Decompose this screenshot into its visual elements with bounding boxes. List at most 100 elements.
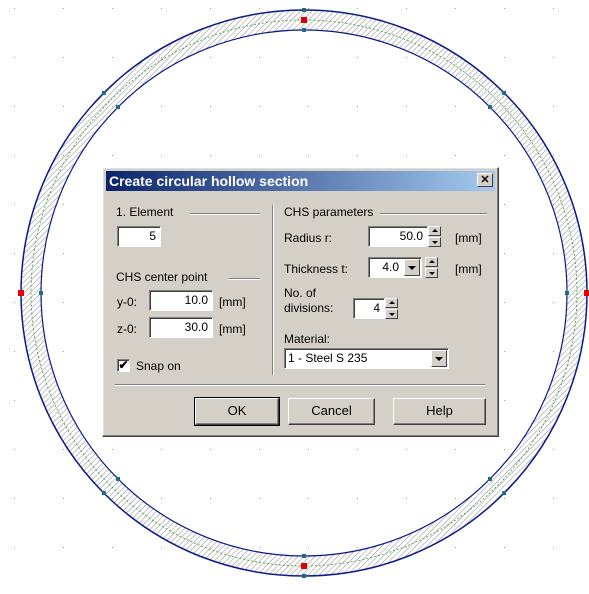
grid-dot	[357, 498, 358, 499]
section-node	[302, 8, 306, 12]
grid-dot	[14, 253, 15, 254]
dialog-title-bar[interactable]: Create circular hollow section ✕	[106, 171, 495, 191]
grid-dot	[406, 498, 407, 499]
grid-dot	[357, 57, 358, 58]
grid-dot	[63, 253, 64, 254]
radius-field[interactable]: 50.0	[368, 226, 428, 247]
radius-down-arrow-icon[interactable]	[428, 237, 441, 247]
grid-dot	[357, 8, 358, 9]
grid-dot	[210, 57, 211, 58]
grid-dot	[406, 155, 407, 156]
section-node	[502, 90, 507, 95]
section-node	[502, 491, 507, 496]
snap-on-checkbox[interactable]: ✔	[117, 359, 130, 372]
grid-dot	[63, 106, 64, 107]
grid-dot	[210, 498, 211, 499]
grid-dot	[63, 351, 64, 352]
grid-dot	[504, 155, 505, 156]
section-node	[39, 291, 43, 295]
divisions-spinner[interactable]	[385, 298, 398, 319]
grid-dot	[14, 155, 15, 156]
section-node	[101, 90, 106, 95]
grid-dot	[63, 204, 64, 205]
element-group-label: 1. Element	[116, 205, 174, 219]
thickness-up-arrow-icon[interactable]	[425, 257, 438, 267]
z0-unit: [mm]	[219, 322, 246, 336]
grid-dot	[504, 57, 505, 58]
grid-dot	[308, 498, 309, 499]
grid-dot	[504, 351, 505, 352]
grid-dot	[357, 547, 358, 548]
divisions-up-arrow-icon[interactable]	[385, 298, 398, 308]
material-select[interactable]: 1 - Steel S 235	[284, 348, 449, 369]
material-label: Material:	[284, 332, 331, 346]
divisions-down-arrow-icon[interactable]	[385, 309, 398, 319]
grid-dot	[14, 8, 15, 9]
radius-unit: [mm]	[455, 231, 482, 245]
help-button[interactable]: Help	[393, 398, 486, 425]
grid-dot	[14, 106, 15, 107]
thickness-down-arrow-icon[interactable]	[425, 268, 438, 278]
grid-dot	[161, 498, 162, 499]
element-field[interactable]: 5	[117, 226, 161, 247]
grid-dot	[553, 106, 554, 107]
grid-dot	[259, 547, 260, 548]
grid-dot	[14, 547, 15, 548]
highlighted-node	[301, 563, 307, 569]
grid-dot	[504, 302, 505, 303]
grid-dot	[14, 302, 15, 303]
grid-dot	[14, 351, 15, 352]
column-separator	[272, 205, 274, 375]
grid-dot	[14, 498, 15, 499]
highlighted-node	[18, 290, 24, 296]
close-icon: ✕	[480, 174, 490, 186]
grid-dot	[112, 57, 113, 58]
grid-dot	[308, 8, 309, 9]
grid-dot	[504, 8, 505, 9]
grid-dot	[63, 449, 64, 450]
grid-dot	[553, 155, 554, 156]
chs-params-group-label: CHS parameters	[284, 205, 374, 219]
checkmark-icon: ✔	[118, 358, 129, 372]
grid-dot	[504, 547, 505, 548]
grid-dot	[553, 351, 554, 352]
thickness-dropdown-arrow-icon[interactable]	[404, 259, 420, 276]
grid-dot	[357, 106, 358, 107]
snap-on-label: Snap on	[136, 359, 181, 373]
grid-dot	[308, 547, 309, 548]
radius-spinner[interactable]	[428, 226, 441, 247]
grid-dot	[210, 449, 211, 450]
section-node	[487, 476, 492, 481]
thickness-spinner[interactable]	[425, 257, 438, 278]
grid-dot	[553, 57, 554, 58]
grid-dot	[112, 547, 113, 548]
element-group-line	[190, 213, 260, 215]
grid-dot	[455, 547, 456, 548]
z0-field[interactable]: 30.0	[149, 317, 213, 338]
y0-unit: [mm]	[219, 295, 246, 309]
close-button[interactable]: ✕	[477, 173, 493, 187]
grid-dot	[259, 106, 260, 107]
ok-button[interactable]: OK	[194, 397, 280, 426]
dialog-title: Create circular hollow section	[109, 173, 309, 189]
grid-dot	[63, 57, 64, 58]
grid-dot	[63, 498, 64, 499]
material-dropdown-arrow-icon[interactable]	[431, 350, 447, 367]
center-point-group-label: CHS center point	[116, 270, 208, 284]
y0-field[interactable]: 10.0	[149, 290, 213, 311]
highlighted-node	[584, 290, 589, 296]
divisions-field[interactable]: 4	[353, 298, 385, 319]
section-node	[302, 574, 306, 578]
grid-dot	[161, 155, 162, 156]
grid-dot	[210, 8, 211, 9]
grid-dot	[308, 449, 309, 450]
grid-dot	[406, 449, 407, 450]
grid-dot	[553, 449, 554, 450]
radius-up-arrow-icon[interactable]	[428, 226, 441, 236]
grid-dot	[504, 253, 505, 254]
section-node	[565, 291, 569, 295]
cancel-button[interactable]: Cancel	[288, 398, 375, 425]
grid-dot	[112, 8, 113, 9]
divisions-label-line1: No. of	[284, 286, 317, 300]
create-chs-dialog: Create circular hollow section ✕ 1. Elem…	[102, 167, 499, 437]
